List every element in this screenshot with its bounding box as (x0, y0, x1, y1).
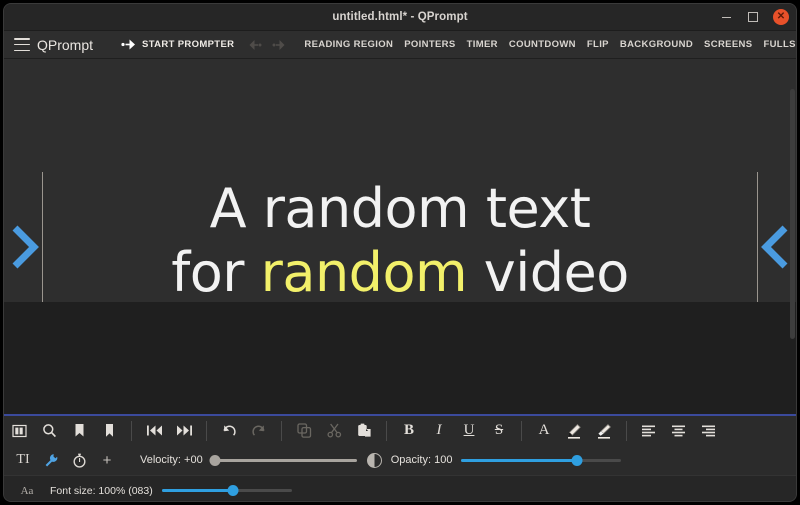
region-above (4, 59, 796, 172)
toolbar-separator (206, 421, 207, 441)
menu-item-pointers[interactable]: POINTERS (404, 39, 455, 50)
toolbar-separator (281, 421, 282, 441)
font-size-slider-fill (162, 489, 234, 492)
close-button[interactable]: ✕ (773, 9, 789, 25)
toolbar-group-view (4, 416, 124, 445)
contrast-icon[interactable] (367, 453, 382, 468)
start-prompter-label: START PROMPTER (142, 39, 234, 50)
toolbar-group-align (634, 416, 724, 445)
minimize-button[interactable] (719, 10, 733, 24)
menu-item-fullscreen[interactable]: FULLSCREEN (763, 39, 796, 50)
title-bar: untitled.html* - QPrompt ✕ (4, 4, 796, 31)
region-below (4, 302, 796, 414)
menu-item-timer[interactable]: TIMER (467, 39, 498, 50)
text-color-button[interactable]: A (529, 416, 559, 445)
wrench-icon[interactable] (38, 448, 64, 472)
opacity-label: Opacity: 100 (391, 454, 453, 466)
search-icon[interactable] (34, 416, 64, 445)
menu-item-countdown[interactable]: COUNTDOWN (509, 39, 576, 50)
toolbar-group-clipboard (289, 416, 379, 445)
app-name-label: QPrompt (37, 37, 93, 53)
paste-icon[interactable] (349, 416, 379, 445)
app-window: untitled.html* - QPrompt ✕ QPrompt START… (4, 4, 796, 501)
window-controls: ✕ (719, 4, 789, 30)
maximize-button[interactable] (746, 10, 760, 24)
opacity-slider-knob[interactable] (571, 455, 582, 466)
toolbar-separator (521, 421, 522, 441)
toolbar-separator (386, 421, 387, 441)
redo-icon[interactable] (244, 416, 274, 445)
toolbar-group-style: B I U S (394, 416, 514, 445)
prompter-mode-icon[interactable]: TI (10, 448, 36, 472)
script-line-1: A random text (48, 177, 752, 241)
add-icon[interactable]: + (94, 448, 120, 472)
undo-icon[interactable] (214, 416, 244, 445)
highlight-pen-icon[interactable] (559, 416, 589, 445)
menu-item-background[interactable]: BACKGROUND (620, 39, 693, 50)
toolbar-group-color: A (529, 416, 619, 445)
italic-button[interactable]: I (424, 416, 454, 445)
align-left-icon[interactable] (634, 416, 664, 445)
skip-previous-icon[interactable] (139, 416, 169, 445)
font-size-icon[interactable]: Aa (14, 479, 40, 502)
align-right-icon[interactable] (694, 416, 724, 445)
cut-icon[interactable] (319, 416, 349, 445)
menu-item-screens[interactable]: SCREENS (704, 39, 752, 50)
bookmark-add-icon[interactable] (64, 416, 94, 445)
velocity-slider[interactable] (212, 453, 357, 467)
align-center-icon[interactable] (664, 416, 694, 445)
underline-button[interactable]: U (454, 416, 484, 445)
velocity-slider-knob[interactable] (209, 455, 220, 466)
reading-region-line-left (42, 172, 43, 302)
toolbar-separator (626, 421, 627, 441)
script-line-2-pre: for (171, 241, 260, 304)
font-size-slider[interactable] (162, 484, 292, 498)
strikethrough-button[interactable]: S (484, 416, 514, 445)
velocity-slider-track (212, 459, 357, 462)
menu-bar: QPrompt START PROMPTER (4, 31, 796, 59)
reading-region-line-right (757, 172, 758, 302)
vertical-scrollbar[interactable] (790, 89, 795, 339)
velocity-label: Velocity: +00 (140, 454, 203, 466)
skip-next-icon[interactable] (169, 416, 199, 445)
prompter-view[interactable]: A random text for random video (4, 59, 796, 414)
hamburger-menu-icon[interactable] (14, 38, 30, 51)
opacity-slider[interactable] (461, 453, 621, 467)
script-line-2-highlight: random (261, 241, 467, 304)
bold-button[interactable]: B (394, 416, 424, 445)
stopwatch-icon[interactable] (66, 448, 92, 472)
toolbar-separator (131, 421, 132, 441)
menu-items: READING REGION POINTERS TIMER COUNTDOWN … (304, 39, 796, 50)
start-prompter-button[interactable]: START PROMPTER (121, 38, 234, 51)
brush-icon[interactable] (589, 416, 619, 445)
font-size-label: Font size: 100% (083) (50, 485, 153, 497)
velocity-opacity-row: TI + Velocity: +00 Opacity: 100 (4, 445, 796, 475)
format-toolbar: B I U S A (4, 414, 796, 445)
window-title: untitled.html* - QPrompt (4, 4, 796, 30)
font-size-row: Aa Font size: 100% (083) (4, 475, 796, 501)
copy-icon[interactable] (289, 416, 319, 445)
reading-pointer-left-icon[interactable] (9, 224, 39, 270)
reading-pointer-right-icon[interactable] (761, 224, 791, 270)
toolbar-group-history (214, 416, 274, 445)
nav-previous-button[interactable] (248, 35, 265, 55)
script-text[interactable]: A random text for random video (48, 177, 752, 306)
nav-next-button[interactable] (269, 35, 286, 55)
opacity-slider-fill (461, 459, 576, 462)
script-line-2-post: video (467, 241, 629, 304)
menu-item-reading-region[interactable]: READING REGION (304, 39, 393, 50)
font-size-slider-knob[interactable] (228, 485, 239, 496)
split-view-icon[interactable] (4, 416, 34, 445)
play-prompter-icon (121, 38, 136, 51)
script-line-2: for random video (48, 241, 752, 305)
bookmark-icon[interactable] (94, 416, 124, 445)
menu-item-flip[interactable]: FLIP (587, 39, 609, 50)
toolbar-group-navigate (139, 416, 199, 445)
